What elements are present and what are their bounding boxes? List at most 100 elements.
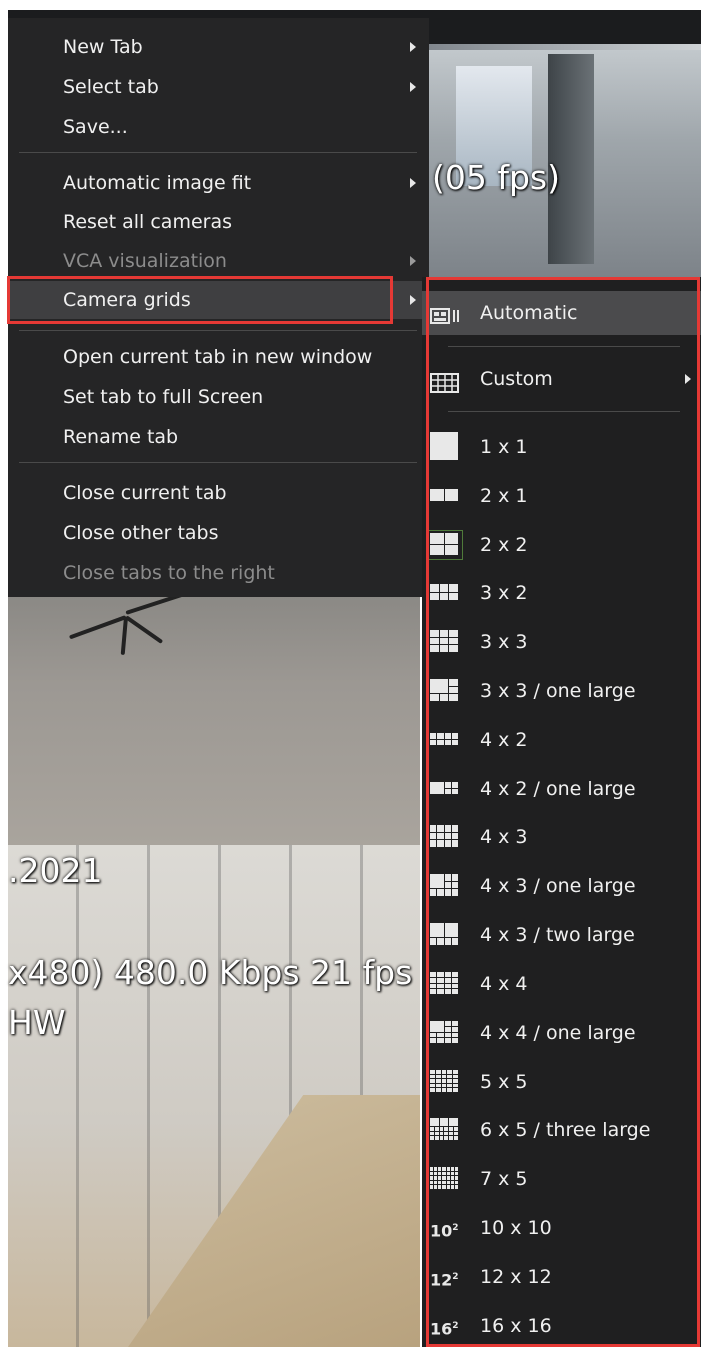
- submenu-item-12x12[interactable]: 122 12 x 12: [422, 1255, 701, 1299]
- submenu-item-label: 1 x 1: [480, 436, 528, 458]
- submenu-item-custom[interactable]: Custom: [422, 357, 701, 401]
- submenu-item-4x3[interactable]: 4 x 3: [422, 815, 701, 859]
- submenu-item-4x3-one-large[interactable]: 4 x 3 / one large: [422, 864, 701, 908]
- ceiling-fan-blade: [125, 597, 194, 615]
- submenu-item-2x2[interactable]: 2 x 2: [422, 523, 701, 567]
- ceiling-fan-blade: [120, 616, 128, 656]
- menu-item-close-other-tabs[interactable]: Close other tabs: [8, 514, 429, 552]
- grid-3x2-icon: [430, 581, 460, 605]
- submenu-item-5x5[interactable]: 5 x 5: [422, 1060, 701, 1104]
- submenu-arrow-icon: [410, 295, 416, 305]
- submenu-item-2x1[interactable]: 2 x 1: [422, 474, 701, 518]
- submenu-item-4x4-one-large[interactable]: 4 x 4 / one large: [422, 1011, 701, 1055]
- menu-item-vca-visualization[interactable]: VCA visualization: [8, 242, 429, 280]
- menu-item-close-current-tab[interactable]: Close current tab: [8, 474, 429, 512]
- auto-grid-icon: [430, 301, 460, 325]
- icon-number: 16: [430, 1319, 453, 1339]
- icon-superscript: 2: [452, 1321, 459, 1331]
- menu-item-full-screen[interactable]: Set tab to full Screen: [8, 378, 429, 416]
- menu-item-new-tab[interactable]: New Tab: [8, 28, 429, 66]
- submenu-item-label: 4 x 2: [480, 729, 528, 751]
- menu-divider: [19, 462, 417, 463]
- submenu-arrow-icon: [410, 42, 416, 52]
- submenu-item-label: Custom: [480, 368, 553, 390]
- submenu-item-label: 4 x 4: [480, 973, 528, 995]
- camera-feed-bottom[interactable]: [8, 845, 420, 1347]
- submenu-item-label: 4 x 3 / one large: [480, 875, 636, 897]
- menu-item-label: Select tab: [63, 76, 159, 98]
- submenu-item-4x3-two-large[interactable]: 4 x 3 / two large: [422, 913, 701, 957]
- grid-7x5-icon: [430, 1167, 460, 1191]
- menu-divider: [19, 152, 417, 153]
- icon-superscript: 2: [452, 1272, 459, 1282]
- grid-5x5-icon: [430, 1070, 460, 1094]
- menu-item-label: Rename tab: [63, 426, 179, 448]
- grid-2x2-icon: [427, 530, 463, 560]
- submenu-item-label: 5 x 5: [480, 1071, 528, 1093]
- grid-10x10-icon: 102: [430, 1216, 460, 1240]
- submenu-item-label: 3 x 3 / one large: [480, 680, 636, 702]
- menu-item-close-tabs-right[interactable]: Close tabs to the right: [8, 554, 429, 592]
- fps-overlay-top: (05 fps): [432, 158, 560, 197]
- icon-number: 10: [430, 1221, 453, 1241]
- submenu-item-label: 3 x 3: [480, 631, 528, 653]
- icon-superscript: 2: [452, 1223, 459, 1233]
- submenu-item-7x5[interactable]: 7 x 5: [422, 1157, 701, 1201]
- submenu-item-1x1[interactable]: 1 x 1: [422, 425, 701, 469]
- grid-4x3-one-large-icon: [430, 874, 460, 898]
- menu-item-label: Save...: [63, 116, 128, 138]
- grid-3x3-icon: [430, 630, 460, 654]
- submenu-divider: [448, 346, 680, 347]
- context-menu: New Tab Select tab Save... Automatic ima…: [8, 18, 429, 597]
- submenu-item-label: 10 x 10: [480, 1217, 552, 1239]
- menu-item-label: Camera grids: [63, 289, 191, 311]
- hw-overlay: HW: [8, 1003, 66, 1042]
- menu-item-label: Automatic image fit: [63, 172, 252, 194]
- menu-item-label: Set tab to full Screen: [63, 386, 264, 408]
- submenu-arrow-icon: [685, 374, 691, 384]
- submenu-item-4x2[interactable]: 4 x 2: [422, 718, 701, 762]
- submenu-item-6x5-three-large[interactable]: 6 x 5 / three large: [422, 1108, 701, 1152]
- menu-item-automatic-image-fit[interactable]: Automatic image fit: [8, 164, 429, 202]
- date-overlay: .2021: [8, 851, 103, 890]
- submenu-item-automatic[interactable]: Automatic: [422, 291, 701, 335]
- submenu-item-16x16[interactable]: 162 16 x 16: [422, 1304, 701, 1348]
- submenu-item-4x2-one-large[interactable]: 4 x 2 / one large: [422, 767, 701, 811]
- menu-item-reset-all-cameras[interactable]: Reset all cameras: [8, 203, 429, 241]
- grid-4x4-icon: [430, 972, 460, 996]
- grid-4x4-one-large-icon: [430, 1021, 460, 1045]
- submenu-item-label: 4 x 4 / one large: [480, 1022, 636, 1044]
- grid-16x16-icon: 162: [430, 1314, 460, 1338]
- menu-item-camera-grids[interactable]: Camera grids: [8, 281, 429, 319]
- menu-item-label: Reset all cameras: [63, 211, 232, 233]
- submenu-item-label: 12 x 12: [480, 1266, 552, 1288]
- camera-grids-submenu: Automatic Custom 1 x 1 2 x 1 2 x 2 3 x 2…: [422, 277, 701, 1347]
- grid-2x1-icon: [430, 484, 460, 508]
- stream-info-overlay: x480) 480.0 Kbps 21 fps: [8, 953, 413, 992]
- menu-item-rename-tab[interactable]: Rename tab: [8, 418, 429, 456]
- menu-item-label: Open current tab in new window: [63, 346, 373, 368]
- menu-item-label: Close tabs to the right: [63, 562, 275, 584]
- camera-feed-middle[interactable]: [8, 597, 420, 845]
- menu-item-label: Close other tabs: [63, 522, 219, 544]
- submenu-item-4x4[interactable]: 4 x 4: [422, 962, 701, 1006]
- submenu-arrow-icon: [410, 256, 416, 266]
- grid-3x3-one-large-icon: [430, 679, 460, 703]
- grid-12x12-icon: 122: [430, 1265, 460, 1289]
- submenu-item-3x2[interactable]: 3 x 2: [422, 571, 701, 615]
- submenu-item-label: 4 x 3: [480, 826, 528, 848]
- submenu-item-3x3[interactable]: 3 x 3: [422, 620, 701, 664]
- ceiling-fan-blade: [124, 615, 164, 644]
- submenu-item-label: 7 x 5: [480, 1168, 528, 1190]
- submenu-item-label: 2 x 1: [480, 485, 528, 507]
- submenu-item-3x3-one-large[interactable]: 3 x 3 / one large: [422, 669, 701, 713]
- submenu-arrow-icon: [410, 178, 416, 188]
- submenu-item-10x10[interactable]: 102 10 x 10: [422, 1206, 701, 1250]
- menu-item-save[interactable]: Save...: [8, 108, 429, 146]
- menu-item-open-in-new-window[interactable]: Open current tab in new window: [8, 338, 429, 376]
- grid-4x2-one-large-icon: [430, 777, 460, 801]
- menu-item-select-tab[interactable]: Select tab: [8, 68, 429, 106]
- submenu-item-label: 16 x 16: [480, 1315, 552, 1337]
- menu-divider: [19, 330, 417, 331]
- submenu-item-label: 6 x 5 / three large: [480, 1119, 651, 1141]
